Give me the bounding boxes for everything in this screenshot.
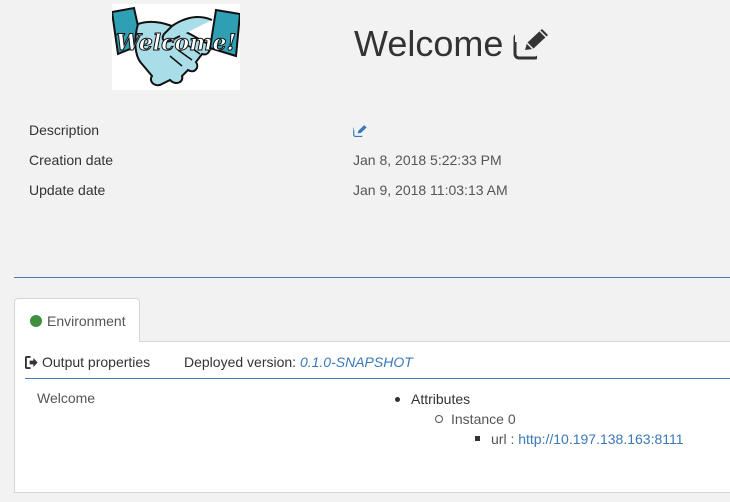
description-value: [353, 120, 367, 143]
list-item: Attributes Instance 0 url : http://10.19…: [395, 389, 684, 449]
deployed-version-value: 0.1.0-SNAPSHOT: [299, 354, 413, 370]
list-item: url : http://10.197.138.163:8111: [475, 429, 684, 449]
url-link[interactable]: http://10.197.138.163:8111: [518, 431, 683, 447]
environment-panel: Output properties Deployed version: 0.1.…: [14, 341, 730, 493]
logo-text: Welcome!: [116, 30, 236, 56]
attributes-tree: Attributes Instance 0 url : http://10.19…: [395, 389, 684, 449]
edit-icon[interactable]: [353, 123, 367, 138]
tab-label: Environment: [47, 312, 126, 329]
output-properties-label: Output properties: [42, 354, 151, 370]
sign-out-icon: [25, 355, 38, 369]
panel-header: Output properties Deployed version: 0.1.…: [25, 354, 730, 379]
handshake-logo-image: Welcome!: [112, 4, 240, 90]
creation-date-value: Jan 8, 2018 5:22:33 PM: [353, 152, 502, 168]
instance-label: Instance 0: [451, 411, 516, 427]
property-label: Creation date: [29, 152, 114, 168]
property-label: Update date: [29, 182, 106, 198]
update-date-value: Jan 9, 2018 11:03:13 AM: [353, 182, 508, 198]
properties-list: Description Creation date Jan 8, 2018 5:…: [29, 120, 729, 210]
property-label: Description: [29, 122, 100, 138]
status-dot-icon: [30, 314, 42, 327]
tab-environment[interactable]: Environment: [14, 298, 140, 342]
property-row-description: Description: [29, 120, 729, 150]
url-key: url :: [491, 431, 515, 447]
section-divider: [14, 277, 730, 278]
property-row-creation-date: Creation date Jan 8, 2018 5:22:33 PM: [29, 150, 729, 180]
list-item: Instance 0 url : http://10.197.138.163:8…: [435, 409, 684, 449]
page-title: Welcome: [354, 23, 504, 64]
output-properties-button[interactable]: Output properties: [25, 354, 150, 370]
attributes-label: Attributes: [411, 391, 471, 407]
output-name: Welcome: [37, 390, 96, 406]
deployed-version: Deployed version: 0.1.0-SNAPSHOT: [184, 354, 413, 370]
page-header: Welcome: [354, 22, 550, 66]
edit-icon[interactable]: [513, 28, 550, 60]
deployed-version-label: Deployed version:: [184, 354, 297, 370]
application-logo: Welcome!: [112, 4, 240, 90]
property-row-update-date: Update date Jan 9, 2018 11:03:13 AM: [29, 180, 729, 210]
